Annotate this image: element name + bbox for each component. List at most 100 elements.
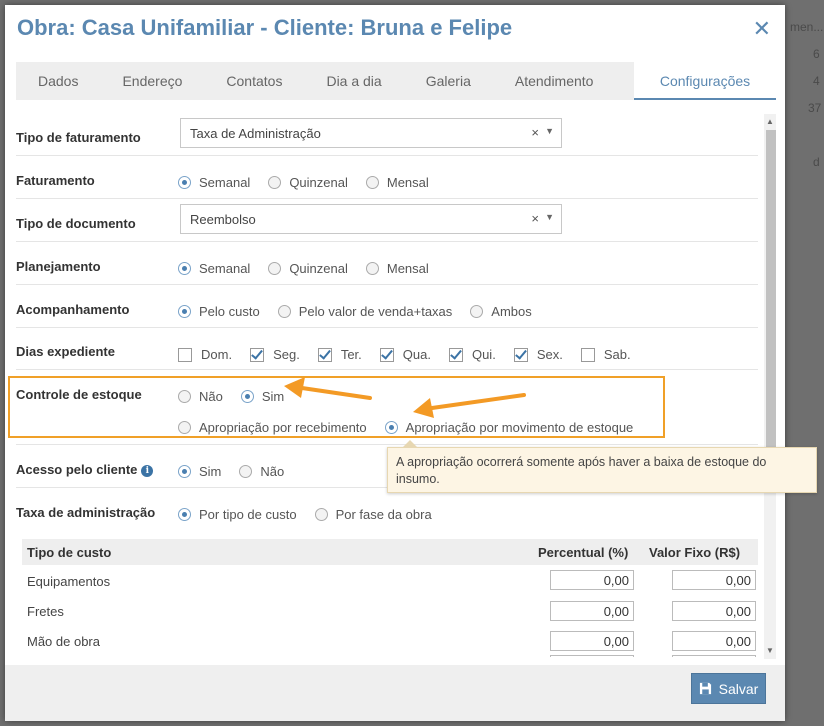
option-label: Quinzenal xyxy=(289,261,348,276)
option-label: Seg. xyxy=(273,347,300,362)
radio-option[interactable]: Mensal xyxy=(365,175,429,190)
radio-button[interactable] xyxy=(365,262,379,275)
radio-option[interactable]: Mensal xyxy=(365,261,429,276)
field-label: Taxa de administração xyxy=(16,505,156,520)
option-label: Qui. xyxy=(471,347,496,362)
tab-configuracoes[interactable]: Configurações xyxy=(634,62,776,100)
radio-option[interactable]: Pelo valor de venda+taxas xyxy=(277,304,452,319)
scrollbar[interactable]: ▲ ▼ xyxy=(764,114,776,659)
radio-button[interactable] xyxy=(178,262,191,275)
radio-button[interactable] xyxy=(277,305,291,318)
background-text: 4 xyxy=(813,74,820,88)
checkbox[interactable] xyxy=(178,347,192,362)
scroll-down-icon[interactable]: ▼ xyxy=(764,645,776,657)
clear-icon[interactable]: × xyxy=(531,211,539,226)
tab-galeria[interactable]: Galeria xyxy=(404,62,493,100)
tipo-documento-select[interactable]: Reembolso × ▼ xyxy=(180,204,562,234)
cost-type-name: Mão de obra xyxy=(27,634,100,649)
valor-fixo-input[interactable]: 0,00 xyxy=(672,570,756,590)
radio-button[interactable] xyxy=(178,176,191,189)
radio-option[interactable]: Semanal xyxy=(178,261,250,276)
background-text: 37 xyxy=(808,101,822,115)
radio-option[interactable]: Pelo custo xyxy=(178,304,260,319)
option-label: Não xyxy=(260,464,285,479)
checkbox[interactable] xyxy=(317,347,332,362)
info-icon[interactable]: i xyxy=(141,465,154,477)
radio-option[interactable]: Não xyxy=(239,464,284,479)
radio-button[interactable] xyxy=(268,262,282,275)
column-header: Valor Fixo (R$) xyxy=(649,545,741,560)
radio-button[interactable] xyxy=(268,176,282,189)
valor-fixo-input[interactable] xyxy=(672,655,756,657)
row-tipo-faturamento: Tipo de faturamento Taxa de Administraçã… xyxy=(16,112,758,156)
scroll-up-icon[interactable]: ▲ xyxy=(764,116,776,128)
radio-button[interactable] xyxy=(178,465,191,478)
row-acompanhamento: Acompanhamento Pelo custo Pelo valor de … xyxy=(16,284,758,328)
radio-option[interactable]: Sim xyxy=(178,464,221,479)
option-label: Ambos xyxy=(491,304,532,319)
radio-button[interactable] xyxy=(314,508,328,521)
percentual-input[interactable]: 0,00 xyxy=(550,631,634,651)
scroll-thumb[interactable] xyxy=(766,130,776,450)
settings-modal: Obra: Casa Unifamiliar - Cliente: Bruna … xyxy=(5,5,785,721)
option-label: Dom. xyxy=(201,347,233,362)
option-label: Mensal xyxy=(386,261,429,276)
chevron-down-icon[interactable]: ▼ xyxy=(545,212,554,222)
checkbox[interactable] xyxy=(580,347,595,362)
column-header: Tipo de custo xyxy=(27,545,112,560)
row-faturamento: Faturamento Semanal Quinzenal Mensal xyxy=(16,155,758,199)
day-checkbox-option[interactable]: Sex. xyxy=(513,347,563,362)
save-button[interactable]: Salvar xyxy=(691,673,766,704)
checkbox[interactable] xyxy=(448,347,463,362)
radio-option[interactable]: Por tipo de custo xyxy=(178,507,297,522)
percentual-input[interactable]: 0,00 xyxy=(550,601,634,621)
valor-fixo-input[interactable]: 0,00 xyxy=(672,631,756,651)
radio-option[interactable]: Quinzenal xyxy=(268,261,348,276)
tab-dia-a-dia[interactable]: Dia a dia xyxy=(304,62,403,100)
tipo-faturamento-select[interactable]: Taxa de Administração × ▼ xyxy=(180,118,562,148)
cost-type-name: Fretes xyxy=(27,604,64,619)
row-planejamento: Planejamento Semanal Quinzenal Mensal xyxy=(16,241,758,285)
percentual-input[interactable] xyxy=(550,655,634,657)
radio-option[interactable]: Semanal xyxy=(178,175,250,190)
tab-atendimento[interactable]: Atendimento xyxy=(493,62,616,100)
chevron-down-icon[interactable]: ▼ xyxy=(545,126,554,136)
day-checkbox-option[interactable]: Qua. xyxy=(379,347,431,362)
field-label: Planejamento xyxy=(16,259,101,274)
checkbox[interactable] xyxy=(250,347,265,362)
day-checkbox-option[interactable]: Sab. xyxy=(580,347,631,362)
clear-icon[interactable]: × xyxy=(531,125,539,140)
option-label: Sim xyxy=(199,464,222,479)
background-text: men... xyxy=(790,20,824,34)
percentual-input[interactable]: 0,00 xyxy=(550,570,634,590)
tab-dados[interactable]: Dados xyxy=(16,62,100,100)
save-label: Salvar xyxy=(718,680,759,697)
day-checkbox-option[interactable]: Qui. xyxy=(448,347,496,362)
field-label: Faturamento xyxy=(16,173,95,188)
radio-button[interactable] xyxy=(178,305,191,318)
option-label: Mensal xyxy=(386,175,429,190)
option-label: Sab. xyxy=(603,347,631,362)
radio-option[interactable]: Quinzenal xyxy=(268,175,348,190)
field-label: Acesso pelo cliente i xyxy=(16,462,154,477)
radio-button[interactable] xyxy=(178,508,191,521)
tab-bar: Dados Endereço Contatos Dia a dia Galeri… xyxy=(16,62,776,100)
row-tipo-documento: Tipo de documento Reembolso × ▼ xyxy=(16,198,758,242)
radio-option[interactable]: Ambos xyxy=(470,304,532,319)
tooltip: A apropriação ocorrerá somente após have… xyxy=(387,440,817,493)
checkbox[interactable] xyxy=(379,347,394,362)
valor-fixo-input[interactable]: 0,00 xyxy=(672,601,756,621)
close-icon[interactable]: ✕ xyxy=(753,16,771,42)
checkbox[interactable] xyxy=(513,347,528,362)
radio-button[interactable] xyxy=(365,176,379,189)
radio-option[interactable]: Por fase da obra xyxy=(314,507,432,522)
day-checkbox-option[interactable]: Seg. xyxy=(250,347,300,362)
tab-endereco[interactable]: Endereço xyxy=(100,62,204,100)
radio-button[interactable] xyxy=(470,305,484,318)
option-label: Pelo custo xyxy=(199,304,260,319)
day-checkbox-option[interactable]: Ter. xyxy=(317,347,362,362)
day-checkbox-option[interactable]: Dom. xyxy=(178,347,232,362)
option-label: Ter. xyxy=(340,347,362,362)
radio-button[interactable] xyxy=(239,465,253,478)
tab-contatos[interactable]: Contatos xyxy=(204,62,304,100)
